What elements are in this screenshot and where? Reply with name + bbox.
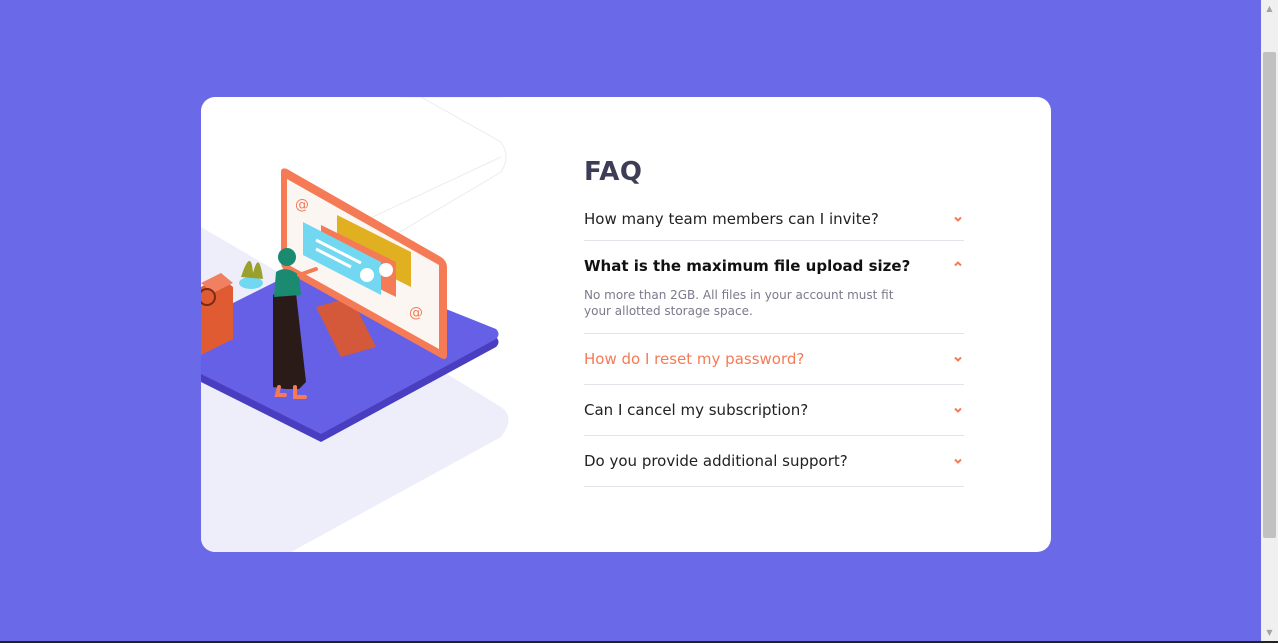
faq-item: Can I cancel my subscription? bbox=[584, 385, 964, 436]
woman-at-screen-illustration: @ @ bbox=[201, 97, 509, 552]
svg-text:@: @ bbox=[409, 305, 423, 321]
svg-text:@: @ bbox=[295, 197, 309, 213]
vertical-scrollbar[interactable]: ▲ ▼ bbox=[1261, 0, 1278, 641]
faq-question-button[interactable]: How many team members can I invite? bbox=[584, 197, 964, 240]
chevron-down-icon bbox=[954, 356, 962, 362]
faq-title: FAQ bbox=[584, 157, 643, 187]
faq-answer-text: No more than 2GB. All files in your acco… bbox=[584, 288, 894, 318]
scrollbar-thumb[interactable] bbox=[1263, 52, 1276, 538]
faq-card: @ @ FAQ How many team members can I invi… bbox=[201, 97, 1051, 552]
faq-item: Do you provide additional support? bbox=[584, 436, 964, 487]
faq-item: How many team members can I invite? bbox=[584, 197, 964, 241]
scroll-down-arrow-icon[interactable]: ▼ bbox=[1261, 624, 1278, 641]
faq-question-button[interactable]: How do I reset my password? bbox=[584, 334, 964, 384]
faq-question-text: What is the maximum file upload size? bbox=[584, 257, 911, 275]
faq-question-text: Can I cancel my subscription? bbox=[584, 401, 809, 419]
chevron-down-icon bbox=[954, 216, 962, 222]
faq-item: What is the maximum file upload size? No… bbox=[584, 241, 964, 334]
faq-question-button[interactable]: What is the maximum file upload size? bbox=[584, 241, 964, 291]
faq-question-button[interactable]: Do you provide additional support? bbox=[584, 436, 964, 486]
faq-item: How do I reset my password? bbox=[584, 334, 964, 385]
faq-question-text: How do I reset my password? bbox=[584, 350, 805, 368]
faq-section: FAQ How many team members can I invite? … bbox=[584, 157, 964, 487]
faq-question-button[interactable]: Can I cancel my subscription? bbox=[584, 385, 964, 435]
faq-question-text: How many team members can I invite? bbox=[584, 209, 879, 228]
chevron-down-icon bbox=[954, 458, 962, 464]
chevron-down-icon bbox=[954, 407, 962, 413]
page-background: @ @ FAQ How many team members can I invi… bbox=[0, 0, 1261, 641]
scroll-up-arrow-icon[interactable]: ▲ bbox=[1261, 0, 1278, 17]
faq-question-text: Do you provide additional support? bbox=[584, 452, 848, 470]
chevron-up-icon bbox=[954, 261, 962, 267]
